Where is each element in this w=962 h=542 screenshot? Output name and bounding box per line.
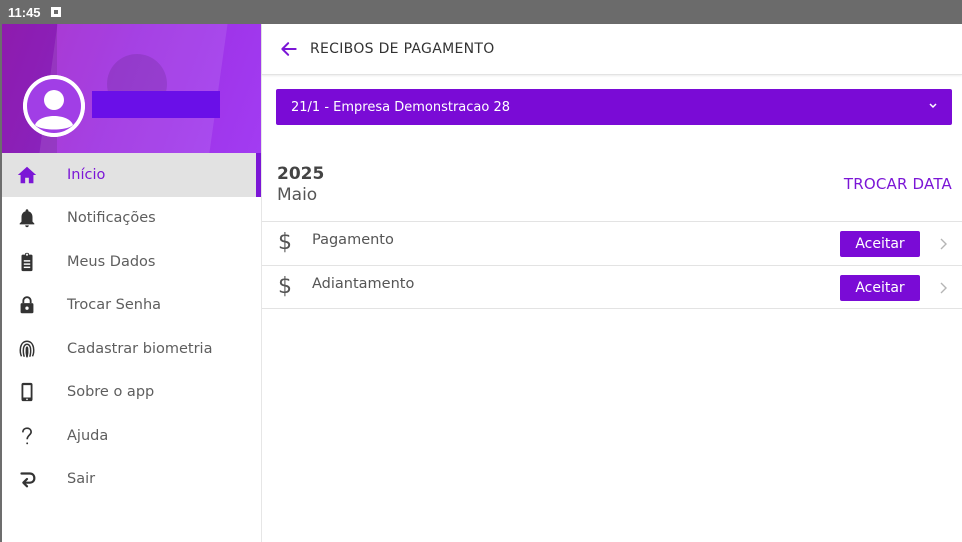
period-year: 2025 <box>277 164 325 184</box>
status-time: 11:45 <box>8 4 41 20</box>
menu-item-meus-dados[interactable]: Meus Dados <box>2 240 261 284</box>
menu-item-cadastrar-biometria[interactable]: Cadastrar biometria <box>2 327 261 371</box>
accept-button[interactable]: Aceitar <box>840 231 920 257</box>
dollar-icon: $ <box>278 274 292 299</box>
menu-item-label: Sair <box>67 471 96 488</box>
drawer-header <box>2 24 261 153</box>
menu-item-ajuda[interactable]: Ajuda <box>2 414 261 458</box>
notification-icon <box>50 7 61 17</box>
navigation-drawer: Início Notificações Meus Dados Trocar Se… <box>0 24 262 542</box>
receipts-list: $ Pagamento Aceitar $ Adiantamento Aceit… <box>262 221 962 309</box>
dollar-icon: $ <box>278 230 292 255</box>
period-month: Maio <box>277 185 318 205</box>
lock-icon <box>16 294 38 316</box>
menu-item-label: Cadastrar biometria <box>67 340 213 357</box>
receipt-label: Pagamento <box>312 232 394 248</box>
menu-item-label: Meus Dados <box>67 253 156 270</box>
question-icon <box>16 425 38 447</box>
menu-item-label: Sobre o app <box>67 384 155 401</box>
period-display: 2025 Maio <box>277 164 324 205</box>
menu-item-sobre-o-app[interactable]: Sobre o app <box>2 371 261 415</box>
page-title: RECIBOS DE PAGAMENTO <box>310 41 495 57</box>
change-date-button[interactable]: TROCAR DATA <box>844 175 952 193</box>
receipt-row-adiantamento[interactable]: $ Adiantamento Aceitar <box>262 265 962 309</box>
chevron-down-icon <box>928 100 938 115</box>
receipt-label: Adiantamento <box>312 276 415 292</box>
user-name <box>92 91 220 118</box>
company-select-value: 21/1 - Empresa Demonstracao 28 <box>291 99 510 115</box>
phone-icon <box>16 381 38 403</box>
return-arrow-icon <box>16 468 38 490</box>
id-badge-icon <box>16 251 38 273</box>
fingerprint-icon <box>16 338 38 360</box>
menu-item-label: Início <box>67 166 106 183</box>
menu-item-sair[interactable]: Sair <box>2 458 261 502</box>
drawer-menu: Início Notificações Meus Dados Trocar Se… <box>2 153 261 501</box>
avatar-icon[interactable] <box>23 75 85 137</box>
menu-item-trocar-senha[interactable]: Trocar Senha <box>2 284 261 328</box>
menu-item-label: Trocar Senha <box>67 297 162 314</box>
chevron-right-icon[interactable] <box>938 280 948 299</box>
menu-item-notificacoes[interactable]: Notificações <box>2 197 261 241</box>
home-icon <box>16 164 38 186</box>
main-content: RECIBOS DE PAGAMENTO 21/1 - Empresa Demo… <box>262 24 962 542</box>
app-bar: RECIBOS DE PAGAMENTO <box>262 24 962 75</box>
back-arrow-icon[interactable] <box>278 38 300 60</box>
chevron-right-icon[interactable] <box>938 236 948 255</box>
accept-button[interactable]: Aceitar <box>840 275 920 301</box>
receipt-row-pagamento[interactable]: $ Pagamento Aceitar <box>262 221 962 265</box>
menu-item-label: Notificações <box>67 210 156 227</box>
bell-icon <box>16 207 38 229</box>
menu-item-label: Ajuda <box>67 427 109 444</box>
status-bar: 11:45 <box>0 0 962 24</box>
company-select[interactable]: 21/1 - Empresa Demonstracao 28 <box>276 89 952 125</box>
menu-item-inicio[interactable]: Início <box>2 153 261 197</box>
